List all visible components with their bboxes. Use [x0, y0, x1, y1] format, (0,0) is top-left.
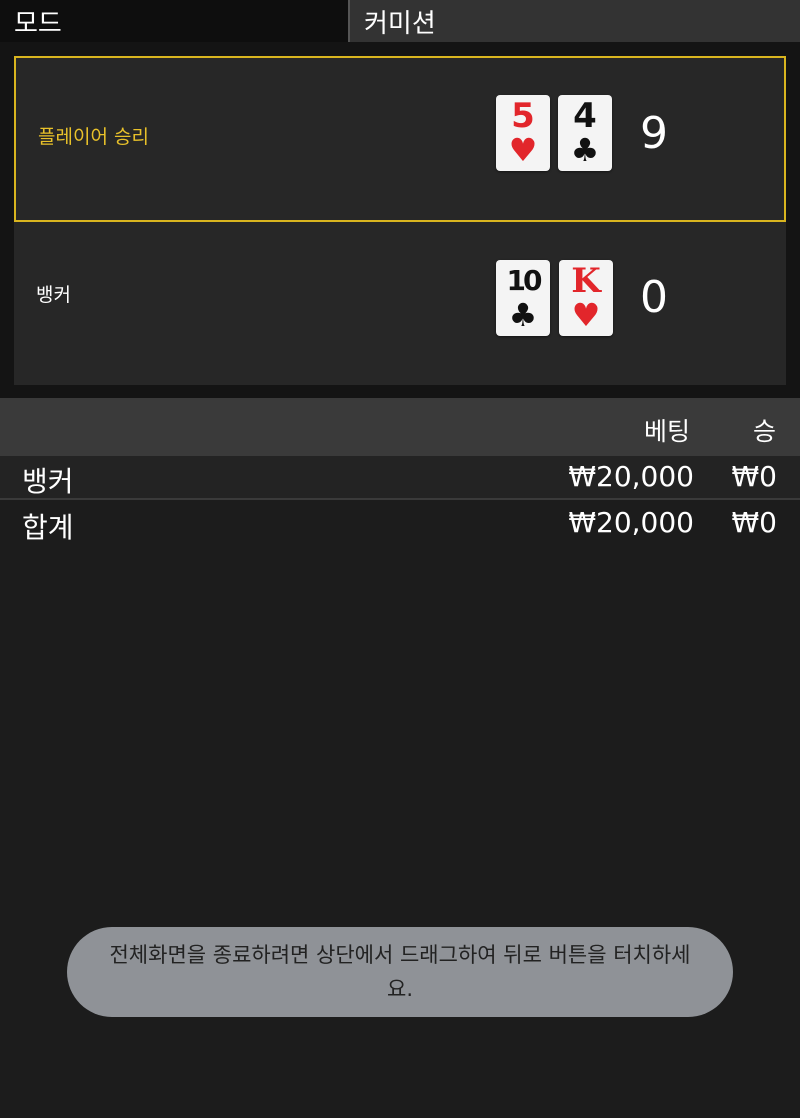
toast-message: 전체화면을 종료하려면 상단에서 드래그하여 뒤로 버튼을 터치하세요.	[109, 943, 691, 1001]
fullscreen-exit-toast: 전체화면을 종료하려면 상단에서 드래그하여 뒤로 버튼을 터치하세요.	[67, 927, 733, 1017]
top-bar: 모드 커미션	[0, 0, 800, 42]
win-column-header: 승	[753, 417, 777, 446]
card-rank: K	[571, 261, 601, 301]
player-result-label: 플레이어 승리	[38, 126, 149, 148]
club-suit-icon: ♣	[508, 296, 538, 334]
banker-card-1: 10 ♣	[496, 260, 550, 336]
card-rank: 5	[511, 96, 535, 136]
table-row-total: 합계 ₩20,000 ₩0	[0, 502, 800, 546]
heart-suit-icon: ♥	[508, 131, 538, 169]
table-row: 뱅커 ₩20,000 ₩0	[0, 456, 800, 500]
mode-tab[interactable]: 모드	[0, 0, 348, 42]
club-suit-icon: ♣	[570, 131, 600, 169]
heart-suit-icon: ♥	[571, 296, 601, 334]
bet-column-header: 베팅	[644, 417, 691, 446]
player-score: 9	[640, 108, 668, 159]
win-amount: ₩0	[731, 506, 778, 539]
player-result-row: 플레이어 승리 5 ♥ 4 ♣ 9	[14, 56, 786, 222]
commission-tab[interactable]: 커미션	[348, 0, 800, 42]
win-amount: ₩0	[731, 460, 778, 493]
bet-name: 합계	[22, 511, 74, 544]
banker-card-2: K ♥	[559, 260, 613, 336]
bet-table-header: 베팅 승	[0, 398, 800, 456]
banker-score: 0	[640, 272, 668, 323]
bet-name: 뱅커	[22, 465, 74, 498]
player-card-1: 5 ♥	[496, 95, 550, 171]
bet-amount: ₩20,000	[568, 460, 694, 493]
bet-amount: ₩20,000	[568, 506, 694, 539]
card-rank: 4	[573, 96, 597, 136]
banker-result-row: 뱅커 10 ♣ K ♥ 0	[14, 222, 786, 385]
banker-result-label: 뱅커	[36, 284, 71, 306]
card-rank: 10	[506, 264, 543, 297]
player-card-2: 4 ♣	[558, 95, 612, 171]
